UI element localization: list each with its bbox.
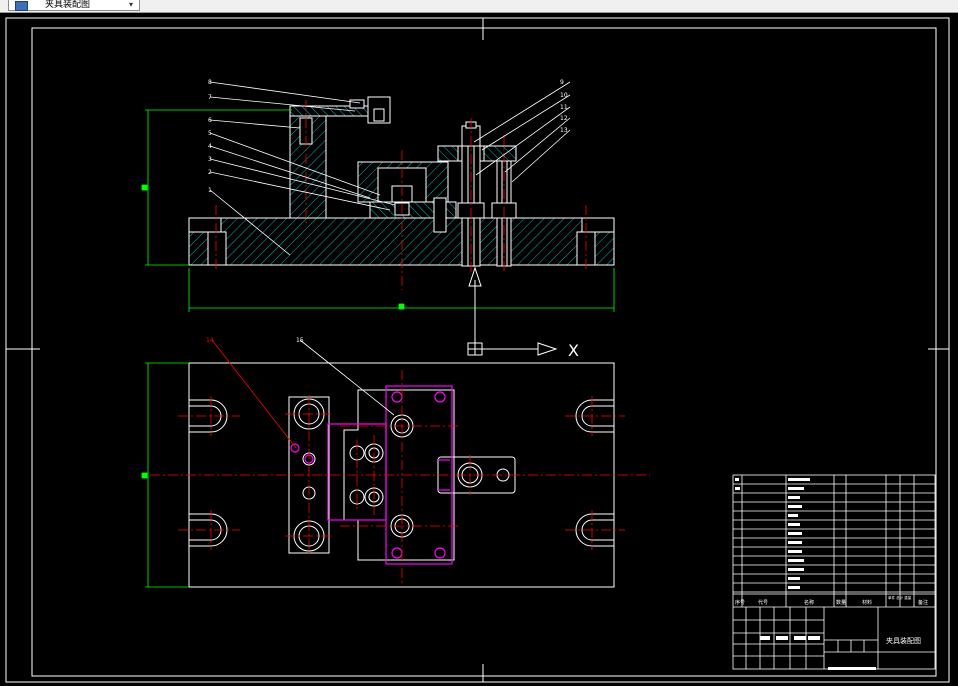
svg-text:2: 2 [208, 169, 212, 176]
document-tab[interactable]: 夹具装配图 ▾ [8, 0, 140, 11]
ucs-x-label: X [568, 341, 579, 360]
svg-text:14: 14 [206, 337, 214, 344]
top-view-centerlines [150, 370, 650, 585]
header-qty: 数量 [836, 599, 846, 606]
header-seq: 序号 [735, 599, 745, 606]
header-material: 材料 [862, 599, 872, 606]
drawing-canvas[interactable]: 8 7 6 5 4 3 2 1 9 10 11 12 13 X 14 15 序号… [0, 12, 958, 686]
svg-text:4: 4 [208, 143, 212, 150]
svg-text:6: 6 [208, 117, 212, 124]
sheet-border [5, 17, 950, 683]
header-name: 名称 [804, 599, 814, 606]
drawing-document-icon [15, 1, 28, 11]
header-weight: 单件 总计 重量 [888, 595, 912, 600]
svg-text:15: 15 [296, 337, 304, 344]
chevron-down-icon[interactable]: ▾ [129, 0, 133, 10]
svg-text:7: 7 [208, 94, 212, 101]
svg-text:10: 10 [560, 92, 568, 99]
svg-text:5: 5 [208, 130, 212, 137]
svg-text:11: 11 [560, 104, 568, 111]
header-code: 代号 [758, 599, 768, 606]
ucs-axis-icon [467, 266, 558, 356]
top-view-leaders [211, 339, 395, 449]
svg-text:1: 1 [208, 187, 212, 194]
header-remark: 备注 [918, 599, 928, 606]
svg-text:13: 13 [560, 127, 568, 134]
svg-text:9: 9 [560, 79, 564, 86]
front-view [188, 96, 615, 267]
document-tab-label: 夹具装配图 [45, 0, 91, 9]
svg-text:3: 3 [208, 156, 212, 163]
svg-text:12: 12 [560, 115, 568, 122]
svg-text:8: 8 [208, 79, 212, 86]
drawing-title: 夹具装配图 [886, 636, 921, 645]
top-view-leader-labels: 14 15 [206, 337, 304, 344]
